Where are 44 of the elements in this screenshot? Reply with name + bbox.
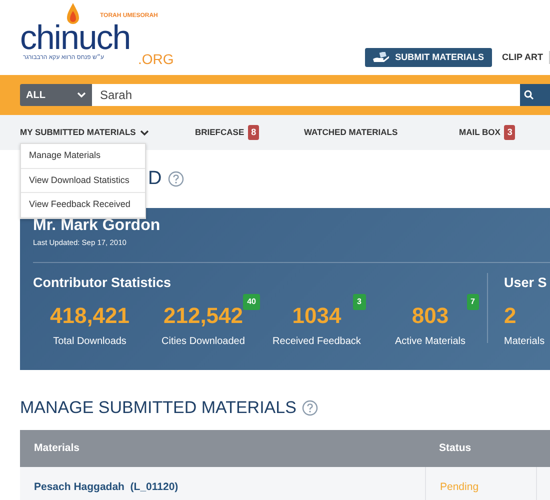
help-icon	[168, 171, 184, 187]
section-title: User S	[504, 274, 547, 292]
logo-name: chinuch	[20, 21, 130, 55]
logo-domain: .ORG	[138, 52, 174, 66]
column-header: Materials	[33, 441, 81, 456]
count-badge: 40	[243, 294, 260, 310]
stat-value: 803	[410, 304, 450, 328]
count-badge: 3	[504, 124, 516, 140]
menu-item[interactable]: Manage Materials	[21, 144, 145, 168]
stat-value: 418,421	[48, 304, 131, 328]
search-button[interactable]	[520, 84, 550, 106]
material-link[interactable]: Pesach Haggadah (L_01120)	[34, 480, 178, 493]
chevron-down-icon	[77, 92, 86, 98]
count-badge: 3	[353, 294, 366, 310]
nav-item[interactable]: MY SUBMITTED MATERIALS	[20, 126, 195, 139]
nav-link[interactable]: CLIP ART	[492, 50, 550, 64]
page-heading: D	[148, 168, 162, 190]
help-icon	[302, 400, 318, 416]
section-heading: MANAGE SUBMITTED MATERIALS	[20, 398, 296, 418]
section-title: Contributor Statistics	[33, 274, 172, 292]
nav-item[interactable]: BRIEFCASE 8	[195, 124, 304, 140]
nav-item[interactable]: MAIL BOX 3	[459, 124, 539, 140]
stat-label: Total Downloads	[52, 334, 128, 349]
column-header: Status	[438, 441, 472, 456]
count-badge: 8	[248, 124, 260, 140]
stat-value: 212,542	[162, 304, 244, 328]
menu-item[interactable]: View Feedback Received	[21, 193, 145, 218]
status-text: Pending	[440, 480, 479, 495]
stat-value: 1034	[291, 304, 342, 328]
submit-materials-button[interactable]: SUBMIT MATERIALS	[365, 48, 492, 67]
profile-name: Mr. Mark Gordon	[33, 216, 162, 236]
nav-item[interactable]: WATCHED MATERIALS	[304, 126, 459, 139]
stat-label: Active Materials	[394, 334, 467, 349]
stat-value: 2	[504, 304, 518, 328]
hand-icon	[373, 52, 390, 62]
search-field[interactable]: Sarah	[92, 84, 520, 106]
stat-label: Cities Downloaded	[160, 334, 246, 349]
count-badge: 7	[466, 294, 479, 310]
menu-item[interactable]: View Download Statistics	[21, 168, 145, 193]
search-icon	[524, 90, 534, 100]
flame-icon	[67, 3, 79, 25]
stat-label: Received Feedback	[272, 334, 362, 349]
category-select[interactable]: ALL	[20, 84, 92, 106]
stat-label: Materials	[504, 334, 546, 349]
